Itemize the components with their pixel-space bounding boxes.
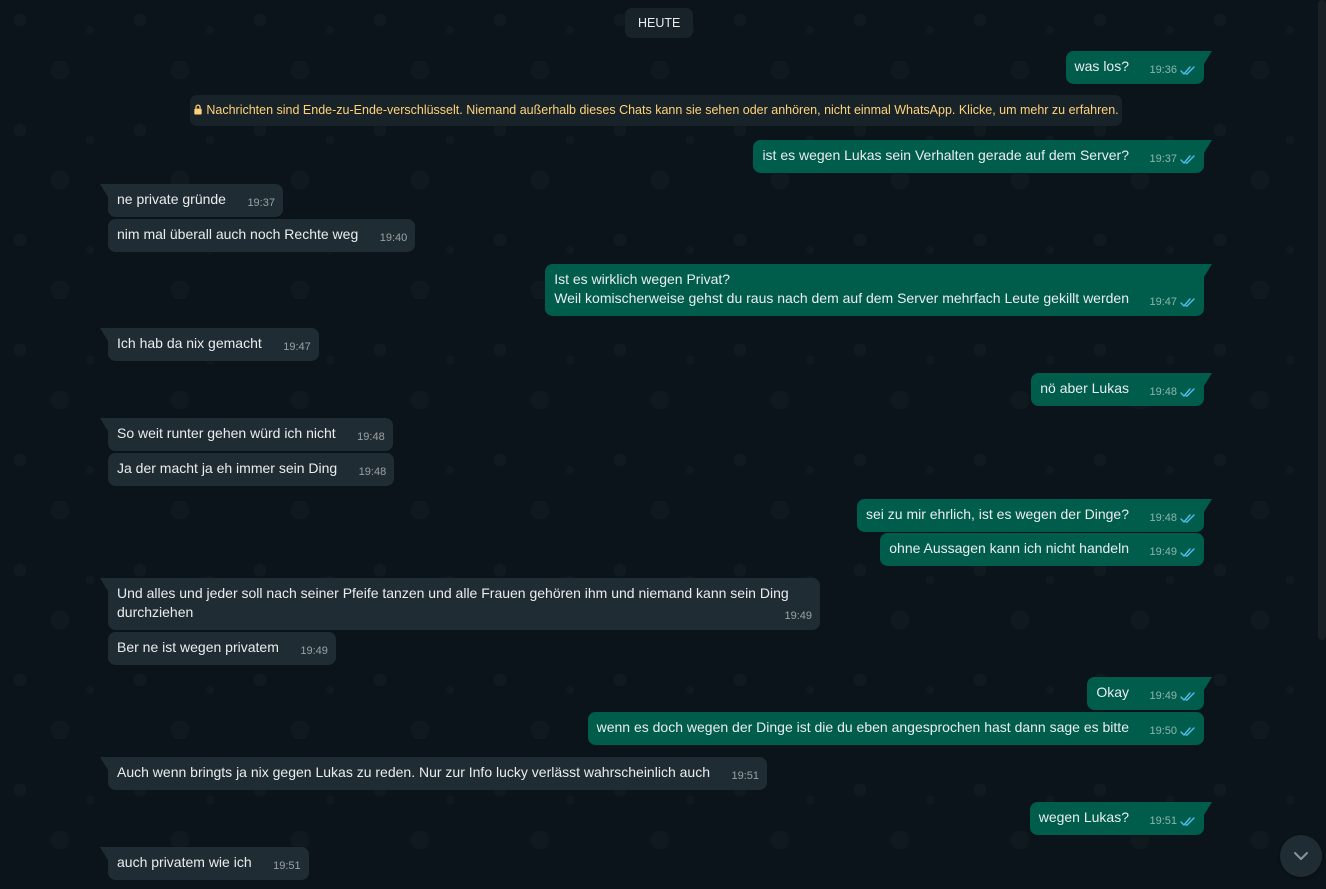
double-check-icon: [1180, 155, 1195, 164]
message-time: 19:40: [379, 232, 408, 244]
outgoing-message[interactable]: ohne Aussagen kann ich nicht handeln 19:4…: [880, 533, 1204, 566]
double-check-icon: [1180, 514, 1195, 523]
message-meta: 19:49: [300, 642, 328, 661]
message-time: 19:37: [1149, 153, 1177, 165]
message-meta: 19:40: [380, 229, 408, 248]
message-meta: 19:37: [247, 194, 275, 213]
message-time: 19:51: [273, 860, 301, 872]
message-text: Okay: [1096, 684, 1129, 700]
incoming-message[interactable]: Ja der macht ja eh immer sein Ding 19:48: [108, 453, 395, 486]
outgoing-message[interactable]: wenn es doch wegen der Dinge ist die du …: [587, 712, 1204, 745]
message-text: Auch wenn bringts ja nix gegen Lukas zu …: [117, 764, 710, 780]
message-text: ohne Aussagen kann ich nicht handeln: [889, 540, 1129, 556]
double-check-icon: [1180, 692, 1195, 701]
message-text: wegen Lukas?: [1038, 809, 1129, 825]
incoming-message[interactable]: Und alles und jeder soll nach seiner Pfe…: [100, 578, 820, 630]
message-meta: 19:36: [1149, 61, 1196, 80]
message-text: Ber ne ist wegen privatem: [117, 639, 279, 655]
message-text: Ja der macht ja eh immer sein Ding: [117, 460, 338, 476]
outgoing-message[interactable]: was los? 19:36: [1065, 51, 1213, 84]
incoming-message[interactable]: Auch wenn bringts ja nix gegen Lukas zu …: [100, 757, 767, 790]
message-time: 19:48: [357, 431, 385, 443]
message-meta: 19:37: [1149, 150, 1196, 169]
encryption-notice[interactable]: Nachrichten sind Ende-zu-Ende-verschlüss…: [190, 95, 1122, 126]
message-time: 19:47: [1149, 296, 1177, 308]
message-meta: 19:51: [731, 767, 759, 786]
outgoing-message[interactable]: wegen Lukas? 19:51: [1029, 802, 1213, 835]
lock-icon: [194, 104, 203, 115]
message-meta: 19:49: [1149, 687, 1196, 706]
message-text: nim mal überall auch noch Rechte weg: [117, 226, 359, 242]
scrollbar[interactable]: [1318, 0, 1326, 640]
outgoing-message[interactable]: nö aber Lukas 19:48: [1031, 373, 1212, 406]
message-time: 19:48: [1149, 386, 1177, 398]
message-meta: 19:50: [1149, 722, 1196, 741]
message-time: 19:50: [1149, 725, 1177, 737]
message-text: So weit runter gehen würd ich nicht: [117, 425, 336, 441]
message-time: 19:49: [300, 645, 328, 657]
message-text: auch privatem wie ich: [117, 854, 252, 870]
double-check-icon: [1180, 388, 1195, 397]
message-meta: 19:47: [283, 338, 311, 357]
message-meta: 19:51: [273, 857, 301, 876]
double-check-icon: [1180, 548, 1195, 557]
message-meta: 19:48: [357, 428, 385, 447]
message-text: ist es wegen Lukas sein Verhalten gerade…: [762, 147, 1129, 163]
incoming-message[interactable]: Ber ne ist wegen privatem 19:49: [108, 632, 336, 665]
message-time: 19:49: [1149, 546, 1177, 558]
message-meta: 19:47: [1149, 293, 1196, 312]
incoming-message[interactable]: Ich hab da nix gemacht 19:47: [100, 328, 319, 361]
chevron-down-icon: [1294, 852, 1308, 860]
message-time: 19:48: [358, 466, 387, 478]
incoming-message[interactable]: ne private gründe 19:37: [100, 184, 283, 217]
message-time: 19:37: [247, 197, 275, 209]
message-text: sei zu mir ehrlich, ist es wegen der Din…: [865, 506, 1129, 522]
message-time: 19:51: [731, 770, 759, 782]
message-time: 19:36: [1149, 64, 1177, 76]
message-text: nö aber Lukas: [1040, 380, 1129, 396]
incoming-message[interactable]: auch privatem wie ich 19:51: [100, 847, 309, 880]
scroll-to-bottom-button[interactable]: [1280, 835, 1322, 877]
message-text: Und alles und jeder soll nach seiner Pfe…: [117, 585, 793, 620]
outgoing-message[interactable]: ist es wegen Lukas sein Verhalten gerade…: [753, 140, 1212, 173]
message-text: was los?: [1074, 58, 1129, 74]
message-meta: 19:49: [784, 607, 812, 626]
outgoing-message[interactable]: Okay 19:49: [1087, 677, 1212, 710]
outgoing-message[interactable]: sei zu mir ehrlich, ist es wegen der Din…: [856, 499, 1213, 532]
message-time: 19:51: [1149, 815, 1177, 827]
message-text: ne private gründe: [117, 191, 226, 207]
incoming-message[interactable]: nim mal überall auch noch Rechte weg 19:4…: [108, 219, 416, 252]
double-check-icon: [1180, 66, 1195, 75]
outgoing-message[interactable]: Ist es wirklich wegen Privat? Weil komis…: [545, 264, 1212, 316]
message-text: Ist es wirklich wegen Privat? Weil komis…: [554, 271, 1129, 306]
chat-pane[interactable]: HEUTE Nachrichten sind Ende-zu-Ende-vers…: [0, 0, 1326, 889]
message-text: Ich hab da nix gemacht: [117, 335, 262, 351]
message-meta: 19:51: [1149, 812, 1196, 831]
message-meta: 19:48: [1149, 383, 1196, 402]
day-separator: HEUTE: [625, 8, 694, 38]
message-time: 19:49: [1149, 690, 1177, 702]
message-time: 19:47: [283, 341, 311, 353]
incoming-message[interactable]: So weit runter gehen würd ich nicht 19:48: [100, 418, 393, 451]
double-check-icon: [1180, 298, 1195, 307]
double-check-icon: [1180, 727, 1195, 736]
message-text: wenn es doch wegen der Dinge ist die du …: [596, 719, 1129, 735]
message-meta: 19:48: [359, 463, 387, 482]
message-meta: 19:48: [1149, 509, 1196, 528]
message-meta: 19:49: [1149, 543, 1196, 562]
message-time: 19:49: [784, 610, 812, 622]
message-time: 19:48: [1149, 512, 1177, 524]
double-check-icon: [1180, 817, 1195, 826]
encryption-notice-text: Nachrichten sind Ende-zu-Ende-verschlüss…: [206, 103, 1119, 117]
